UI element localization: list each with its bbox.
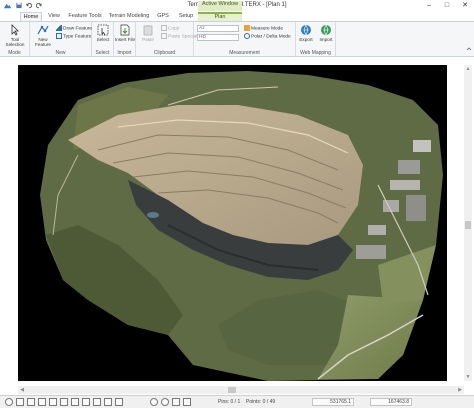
draw-icon [37,25,49,35]
scroll-right-icon[interactable]: ▶ [456,386,464,394]
scroll-up-icon[interactable]: ▲ [464,65,472,73]
export-icon [301,24,311,36]
easting-readout: 531765.1 [312,398,354,406]
collapse-ribbon-icon[interactable] [466,46,472,52]
copy-button[interactable]: Copy [161,25,179,32]
tool-selection-label: Tool Selection [5,37,25,47]
import-icon [321,24,331,36]
polar-icon [244,33,250,39]
ribbon-tabs: Home View Feature Tools Terrain Modeling… [0,1,474,21]
scroll-down-icon[interactable]: ▼ [464,373,472,381]
polar-delta-mode-button[interactable]: Polar / Delta Mode [244,33,291,40]
aerial-orthophoto [40,71,443,381]
tab-feature-tools[interactable]: Feature Tools [67,12,103,21]
draw-feature-button[interactable]: Draw Feature [56,25,92,32]
paste-button[interactable]: Paste [137,24,159,50]
horizontal-scrollbar[interactable]: ◀ ▶ [18,386,464,394]
minimize-button[interactable]: – [420,0,438,12]
paste-icon [143,25,153,36]
paste-special-button[interactable]: Paste Special [161,33,197,40]
tab-view[interactable]: View [44,12,64,21]
zoom-out-icon[interactable] [161,398,169,406]
info-icon[interactable] [115,398,123,406]
new-feature-button[interactable]: New Feature [32,24,54,50]
points-count: Points: 0 / 49 [246,399,276,405]
type-feature-button[interactable]: Type Feature [56,33,91,40]
insert-file-icon [120,24,130,36]
horizontal-scroll-thumb[interactable] [228,387,236,393]
paste-special-icon [161,33,167,39]
close-button[interactable]: ✕ [456,0,474,12]
map-viewport[interactable] [18,65,447,381]
insert-file-label: Insert File [114,37,136,42]
layers-icon[interactable] [16,398,24,406]
maximize-button[interactable]: □ [438,0,456,12]
horizontal-distance-field[interactable]: HD [197,34,239,41]
import-button[interactable]: Import [316,24,336,50]
select-label: Select [96,37,110,42]
group-label-web-mapping: Web Mapping [300,50,331,56]
northing-readout: 167463.8 [370,398,412,406]
group-select: Select Select [92,22,114,57]
group-measurement: Az HD Measure Mode Polar / Delta Mode Me… [194,22,296,57]
group-label-clipboard: Clipboard [153,50,176,56]
measure-icon [244,25,250,31]
group-label-mode: Mode [8,50,21,56]
insert-file-button[interactable]: Insert File [114,24,136,50]
settings-icon[interactable] [104,398,112,406]
tab-terrain-modeling[interactable]: Terrain Modeling [107,12,151,21]
vertical-scroll-thumb[interactable] [465,221,471,229]
pan-icon[interactable] [172,398,180,406]
copy-label: Copy [168,26,180,32]
cursor-icon [11,24,19,36]
group-label-measurement: Measurement [229,50,260,56]
snap-icon[interactable] [38,398,46,406]
draw-feature-label: Draw Feature [63,26,93,32]
status-bar: Pins: 0 / 1 Points: 0 / 49 531765.1 1674… [0,395,474,408]
type-feature-label: Type Feature [63,34,92,40]
select-button[interactable]: Select [92,24,114,50]
globe-icon[interactable] [5,398,13,406]
view-icon[interactable] [93,398,101,406]
group-label-select: Select [95,50,110,56]
tab-plan[interactable]: Plan [198,12,242,21]
paste-label: Paste [142,37,154,42]
lines-icon[interactable] [60,398,68,406]
new-feature-label: New Feature [35,37,51,47]
zoom-extents-icon[interactable] [183,398,191,406]
ribbon: Tool Selection Mode New Feature Draw Fea… [0,21,474,57]
tab-gps[interactable]: GPS [154,12,172,21]
keyboard-icon [56,33,62,39]
points-icon[interactable] [49,398,57,406]
group-clipboard: Paste Copy Paste Special Clipboard [136,22,197,57]
tab-setup[interactable]: Setup [175,12,197,21]
pencil-icon [56,25,62,31]
paste-special-label: Paste Special [168,34,198,40]
import-label: Import [319,37,333,42]
azimuth-field[interactable]: Az [197,25,239,32]
grid-icon[interactable] [27,398,35,406]
group-new: New Feature Draw Feature Type Feature Ne… [30,22,92,57]
tab-home[interactable]: Home [20,12,42,21]
polar-delta-mode-label: Polar / Delta Mode [251,34,291,40]
export-label: Export [299,37,313,42]
copy-icon [161,25,167,31]
scroll-left-icon[interactable]: ◀ [18,386,26,394]
vertical-scrollbar[interactable]: ▲ ▼ [464,65,472,381]
group-import: Insert File Import [114,22,136,57]
measure-mode-button[interactable]: Measure Mode [244,25,283,32]
measure-mode-label: Measure Mode [251,26,283,32]
group-label-new: New [55,50,66,56]
context-tab-group: Active Window [198,1,242,11]
pins-count: Pins: 0 / 1 [218,399,241,405]
group-label-import: Import [117,50,132,56]
export-button[interactable]: Export [296,24,316,50]
table-icon[interactable] [71,398,79,406]
group-mode: Tool Selection Mode [0,22,30,57]
zoom-in-icon[interactable] [150,398,158,406]
layout-icon[interactable] [82,398,90,406]
tool-selection-button[interactable]: Tool Selection [4,24,26,50]
group-web-mapping: Export Import Web Mapping [296,22,336,57]
select-icon [97,24,109,36]
